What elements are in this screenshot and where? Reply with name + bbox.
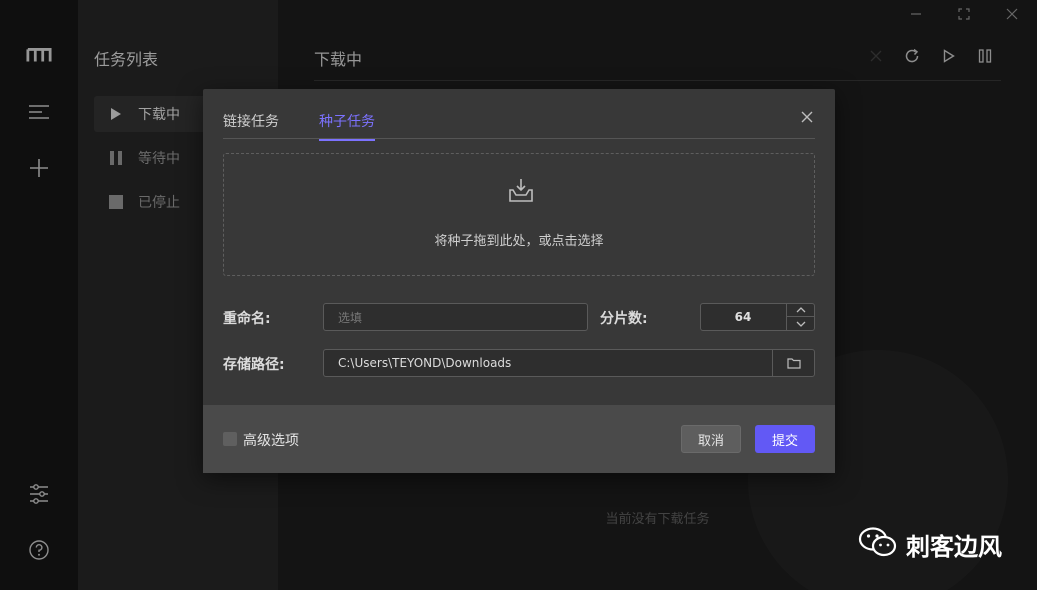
save-path-value: C:\Users\TEYOND\Downloads [338, 356, 512, 370]
rename-label: 重命名: [223, 311, 271, 327]
wechat-logo-icon [858, 526, 898, 562]
cancel-button[interactable]: 取消 [681, 425, 741, 453]
app-window: 任务列表 下载中 等待中 已停止 下载中 当前没有下载任务 链接任务 种子任务 … [0, 0, 1037, 590]
folder-icon[interactable] [772, 350, 814, 376]
add-task-dialog: 链接任务 种子任务 将种子拖到此处，或点击选择 重命名: 选填 分片数: 64 … [203, 89, 835, 473]
dialog-footer: 高级选项 取消 提交 [203, 405, 835, 473]
submit-button[interactable]: 提交 [755, 425, 815, 453]
stepper-up-icon[interactable] [786, 304, 814, 317]
advanced-options-label[interactable]: 高级选项 [243, 430, 299, 450]
split-count-stepper[interactable]: 64 [700, 303, 815, 331]
save-path-label: 存储路径: [223, 357, 285, 373]
stepper-down-icon[interactable] [786, 317, 814, 330]
rename-input[interactable]: 选填 [323, 303, 588, 331]
watermark: 刺客边风 [858, 526, 1002, 562]
watermark-text: 刺客边风 [906, 532, 1002, 561]
torrent-dropzone[interactable]: 将种子拖到此处，或点击选择 [223, 153, 815, 276]
advanced-options-checkbox[interactable] [223, 432, 237, 446]
split-count-value[interactable]: 64 [701, 304, 785, 330]
tab-link-task[interactable]: 链接任务 [223, 111, 279, 139]
tab-torrent-task[interactable]: 种子任务 [319, 111, 375, 141]
dialog-close-icon[interactable] [799, 109, 815, 125]
split-count-label: 分片数: [600, 311, 648, 327]
dropzone-text: 将种子拖到此处，或点击选择 [434, 234, 604, 249]
dialog-tabs: 链接任务 种子任务 [223, 109, 815, 141]
save-path-input[interactable]: C:\Users\TEYOND\Downloads [323, 349, 815, 377]
inbox-download-icon [507, 176, 535, 204]
